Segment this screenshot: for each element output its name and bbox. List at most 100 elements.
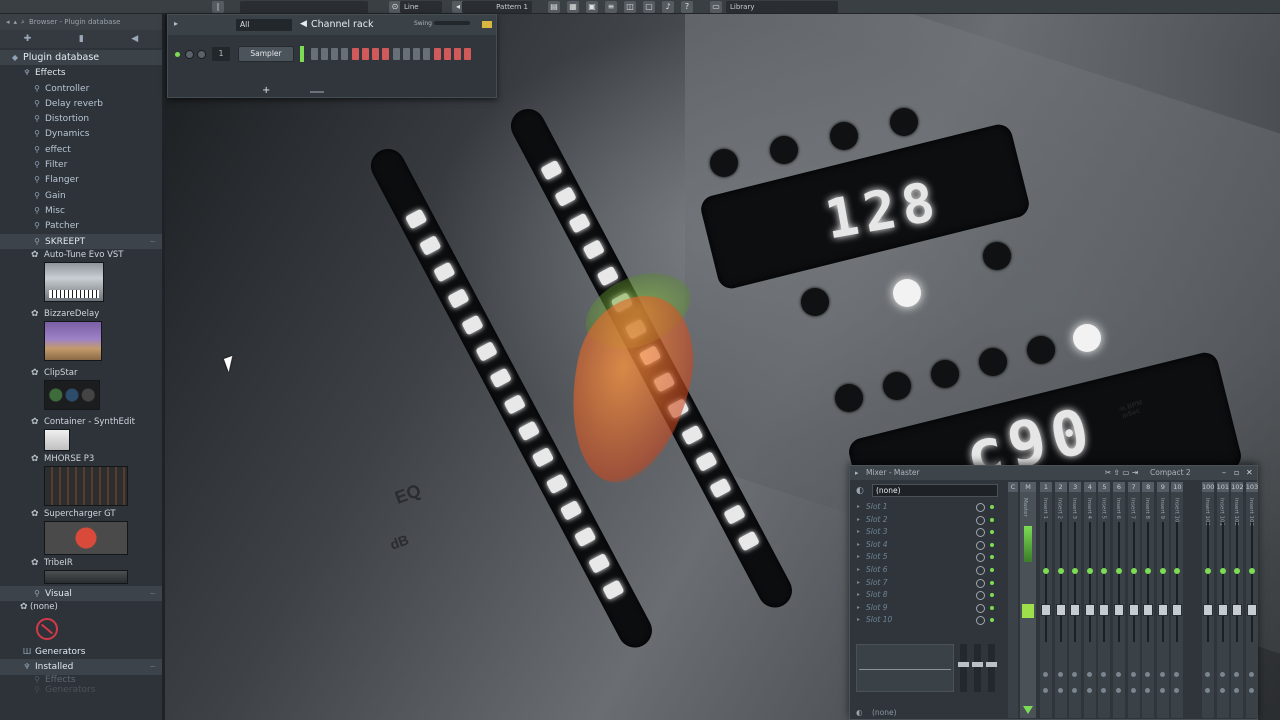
- mixer-track-insert[interactable]: 6 Insert 6: [1113, 482, 1125, 718]
- channel-name-button[interactable]: Sampler: [238, 46, 294, 62]
- slot-mix-knob[interactable]: [976, 503, 985, 512]
- track-volume-fader[interactable]: [1203, 604, 1213, 616]
- pattern-select[interactable]: Pattern 1: [462, 1, 532, 13]
- tree-item-flanger[interactable]: ⚲ Flanger: [0, 172, 162, 187]
- step-button[interactable]: [464, 48, 471, 60]
- minimize-icon[interactable]: –: [1222, 466, 1226, 480]
- slot-mix-knob[interactable]: [976, 603, 985, 613]
- playlist-icon[interactable]: ▤: [548, 1, 560, 13]
- tree-item-installed-generators[interactable]: ⚲ Generators: [0, 685, 162, 695]
- arrow-left-icon[interactable]: ◂: [6, 18, 10, 26]
- effect-slot[interactable]: ▸ Slot 4: [854, 539, 1004, 552]
- mixer-track-insert[interactable]: 101 Insert 101: [1216, 482, 1229, 718]
- add-channel-button[interactable]: +: [262, 85, 270, 96]
- slot-mix-knob[interactable]: [976, 540, 985, 550]
- collapse-icon[interactable]: ✚: [24, 34, 32, 44]
- help-icon[interactable]: ?: [681, 1, 693, 13]
- track-route-dot[interactable]: [1086, 688, 1092, 693]
- track-pan-knob[interactable]: [1248, 568, 1255, 574]
- track-route-dot[interactable]: [1174, 672, 1180, 677]
- mixer-track-insert[interactable]: 7 Insert 7: [1127, 482, 1140, 718]
- tree-folder-skreept[interactable]: ⚲ SKREEPT −: [0, 233, 162, 249]
- track-volume-fader[interactable]: [1070, 604, 1081, 616]
- step-button[interactable]: [403, 48, 410, 60]
- effect-slot[interactable]: ▸ Slot 6: [854, 564, 1004, 577]
- track-pan-knob[interactable]: [1057, 568, 1064, 574]
- step-button[interactable]: [454, 48, 461, 60]
- track-pan-knob[interactable]: [1174, 568, 1181, 574]
- plugin-tribeir[interactable]: ✿ TribeIR: [0, 557, 162, 584]
- slot-enable-led[interactable]: [990, 567, 994, 572]
- track-volume-fader[interactable]: [1172, 604, 1183, 616]
- channel-select-indicator[interactable]: [300, 46, 304, 62]
- step-button[interactable]: [321, 48, 328, 60]
- track-route-dot[interactable]: [1130, 688, 1136, 693]
- insert-eq-graph[interactable]: [856, 644, 954, 692]
- track-route-dot[interactable]: [1086, 672, 1092, 677]
- plugin-container-synthedit[interactable]: ✿ Container - SynthEdit: [0, 416, 162, 451]
- tree-folder-visual[interactable]: ⚲ Visual −: [0, 585, 162, 602]
- collapse-minus-icon[interactable]: −: [149, 659, 156, 674]
- tree-item-installed-effects[interactable]: ⚲ Effects: [0, 675, 162, 685]
- track-pan-knob[interactable]: [1130, 568, 1137, 574]
- mixer-track-master[interactable]: M Master: [1020, 482, 1036, 718]
- piano-roll-icon[interactable]: ▦: [567, 1, 579, 13]
- plugin-thumbnail-tribeir[interactable]: [44, 569, 128, 584]
- effect-slot[interactable]: ▸ Slot 10: [854, 614, 1004, 627]
- tree-item-gain[interactable]: ⚲ Gain: [0, 188, 162, 203]
- tree-item-patcher[interactable]: ⚲ Patcher: [0, 218, 162, 233]
- step-button[interactable]: [352, 48, 359, 60]
- effect-slot[interactable]: ▸ Slot 1: [854, 501, 1004, 514]
- tree-item-dynamics[interactable]: ⚲ Dynamics: [0, 126, 162, 141]
- slot-mix-knob[interactable]: [976, 616, 985, 626]
- track-route-dot[interactable]: [1116, 672, 1121, 677]
- track-pan-knob[interactable]: [1086, 568, 1093, 574]
- plugin-mhorse-p3[interactable]: ✿ MHORSE P3: [0, 453, 162, 506]
- track-route-dot[interactable]: [1219, 672, 1225, 677]
- speaker-icon[interactable]: ◀: [131, 34, 138, 44]
- tree-item-filter[interactable]: ⚲ Filter: [0, 157, 162, 172]
- mixer-titlebar[interactable]: ▸ Mixer - Master ✂ ⇧ ▭ ⇥ Compact 2 – ▫ ✕: [850, 466, 1257, 480]
- plugin-picker-icon[interactable]: ▢: [643, 1, 655, 13]
- plugin-thumbnail-supercharger[interactable]: [44, 520, 128, 555]
- mixer-toolbar-icons[interactable]: ✂ ⇧ ▭ ⇥: [1105, 466, 1138, 480]
- file-icon[interactable]: ▮: [79, 34, 84, 44]
- step-button[interactable]: [331, 48, 338, 60]
- track-pan-knob[interactable]: [1219, 568, 1226, 574]
- track-volume-fader[interactable]: [1157, 604, 1168, 616]
- track-pan-knob[interactable]: [1043, 568, 1049, 574]
- plugin-supercharger-gt[interactable]: ✿ Supercharger GT: [0, 508, 162, 555]
- slot-mix-knob[interactable]: [976, 578, 985, 588]
- plugin-thumbnail-auto-tune[interactable]: [44, 261, 104, 302]
- track-route-dot[interactable]: [1205, 672, 1210, 677]
- tree-item-effect[interactable]: ⚲ effect: [0, 142, 162, 157]
- mixer-icon[interactable]: ≡: [605, 1, 617, 13]
- track-route-dot[interactable]: [1116, 688, 1121, 693]
- mixer-layout-select[interactable]: Compact 2: [1150, 466, 1191, 480]
- track-route-dot[interactable]: [1145, 688, 1151, 693]
- tree-folder-generators[interactable]: Ш Generators: [0, 644, 162, 659]
- step-button[interactable]: [444, 48, 451, 60]
- browser-icon[interactable]: ◫: [624, 1, 636, 13]
- master-volume-fader[interactable]: [1022, 604, 1034, 618]
- tree-item-delay-reverb[interactable]: ⚲ Delay reverb: [0, 96, 162, 111]
- slot-enable-led[interactable]: [990, 555, 994, 560]
- track-route-dot[interactable]: [1248, 688, 1254, 693]
- mixer-track-insert[interactable]: 9 Insert 9: [1156, 482, 1169, 718]
- track-route-dot[interactable]: [1219, 688, 1225, 693]
- track-route-dot[interactable]: [1234, 688, 1240, 693]
- rack-menu-arrow-icon[interactable]: ▸: [174, 19, 178, 28]
- track-route-dot[interactable]: [1101, 688, 1107, 693]
- mixer-track-insert[interactable]: 102 Insert 102: [1231, 482, 1244, 718]
- mixer-input-select[interactable]: (none): [872, 484, 998, 497]
- slot-mix-knob[interactable]: [976, 591, 985, 601]
- slot-mix-knob[interactable]: [976, 528, 985, 538]
- track-volume-fader[interactable]: [1041, 604, 1051, 616]
- mixer-output-select[interactable]: ◐ (none): [854, 706, 1000, 719]
- eq-band-fader[interactable]: [958, 644, 969, 692]
- plugin-thumbnail-container[interactable]: [44, 428, 70, 451]
- track-volume-fader[interactable]: [1128, 604, 1139, 616]
- library-icon[interactable]: ▭: [710, 1, 722, 13]
- track-volume-fader[interactable]: [1217, 604, 1228, 616]
- effect-slot[interactable]: ▸ Slot 2: [854, 514, 1004, 527]
